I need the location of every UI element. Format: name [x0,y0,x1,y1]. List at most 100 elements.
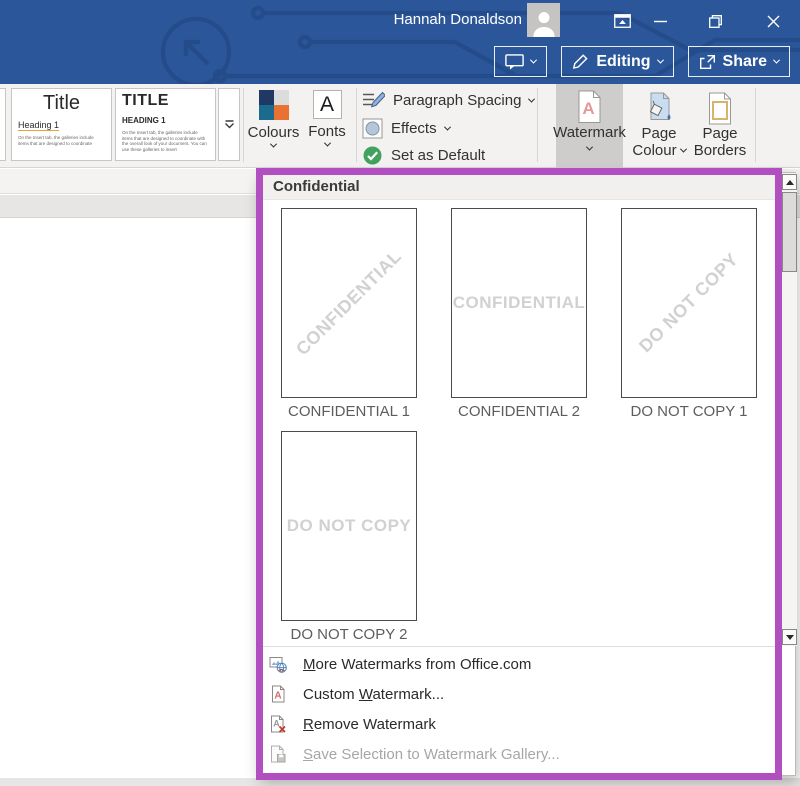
editing-label: Editing [596,53,650,71]
watermark-text: DO NOT COPY [287,516,412,536]
scroll-down-button[interactable] [782,629,797,645]
chevron-down-icon [586,144,593,151]
menu-item[interactable]: More Watermarks from Office.com [259,649,795,679]
pencil-icon [572,53,589,70]
gallery-scrollbar[interactable] [780,173,797,646]
comments-button[interactable] [494,46,547,77]
minimize-button[interactable] [645,8,675,34]
restore-button[interactable] [700,8,730,34]
style-thumbnail-partial[interactable]: On the Insert tab, the galleries include… [0,88,6,161]
watermark-label: Watermark [553,124,626,141]
menu-item[interactable]: A Custom Watermark... [259,679,795,709]
paragraph-spacing-label: Paragraph Spacing [393,92,521,109]
watermark-preview-page: DO NOT COPY [281,431,417,621]
ribbon-design-tab: On the Insert tab, the galleries include… [0,84,800,168]
person-icon [529,7,559,37]
close-button[interactable] [758,8,788,34]
menu-item-label: Remove Watermark [303,716,436,733]
office-gallery-icon [269,655,287,673]
minimize-icon [654,20,667,23]
titlebar-actions: Editing Share [494,46,790,77]
ribbon-separator [356,88,357,162]
watermark-thumbnail[interactable]: CONFIDENTIALCONFIDENTIAL 1 [281,208,417,420]
bottom-strip [0,778,800,786]
menu-item: Save Selection to Watermark Gallery... [259,739,795,769]
paragraph-spacing-button[interactable]: Paragraph Spacing [362,91,534,110]
triangle-up-icon [786,180,794,185]
page-borders-icon [706,92,734,125]
save-watermark-gallery-icon [269,745,287,763]
close-icon [767,15,780,28]
chevron-down-icon [444,124,451,131]
user-name: Hannah Donaldson [394,11,522,28]
fonts-button[interactable]: A Fonts [303,86,351,147]
watermark-icon: A [575,90,604,124]
page-colour-icon [644,92,674,125]
style-gallery-more-button[interactable] [218,88,240,161]
titlebar: Hannah Donaldson [0,0,800,84]
chevron-down-icon [323,140,330,147]
watermark-preview-page: CONFIDENTIAL [451,208,587,398]
editing-button[interactable]: Editing [561,46,673,77]
word-window: Hannah Donaldson [0,0,800,786]
colours-label: Colours [248,124,300,141]
watermark-dropdown: CONFIDENTIALCONFIDENTIAL 1CONFIDENTIALCO… [258,172,796,776]
watermark-thumbnail[interactable]: CONFIDENTIAL CONFIDENTIAL 2 [451,208,587,420]
watermark-button[interactable]: A Watermark [556,84,623,168]
effects-label: Effects [391,120,437,137]
chevron-down-icon [528,96,535,103]
page-borders-button[interactable]: Page Borders [691,84,749,160]
chevron-down-icon [656,57,663,64]
svg-text:A: A [274,691,281,702]
avatar[interactable] [527,3,560,37]
ribbon-separator [243,88,244,162]
page-colour-label-2: Colour [632,142,676,159]
gallery-more-icon [224,120,235,130]
chevron-down-icon [530,57,537,64]
menu-separator [261,646,777,647]
watermark-thumbnail-label: DO NOT COPY 1 [621,403,757,420]
ribbon-separator [755,88,756,162]
menu-item-label: Save Selection to Watermark Gallery... [303,746,560,763]
watermark-text: CONFIDENTIAL [292,246,406,360]
set-as-default-button[interactable]: Set as Default [362,145,485,166]
effects-button[interactable]: Effects [362,118,450,139]
fonts-label: Fonts [308,123,346,140]
fonts-icon: A [313,90,342,119]
ribbon-display-options-icon [614,14,631,28]
watermark-preview-page: DO NOT COPY [621,208,757,398]
share-label: Share [723,53,767,71]
svg-text:A: A [582,99,594,118]
remove-watermark-icon: A [269,715,287,733]
colours-icon [259,90,289,120]
paragraph-spacing-icon [362,91,385,110]
checkmark-icon [362,145,383,166]
page-borders-label-1: Page [702,125,737,142]
style-thumbnail-title[interactable]: Title Heading 1 On the Insert tab, the g… [11,88,112,161]
watermark-preview-page: CONFIDENTIAL [281,208,417,398]
scroll-up-button[interactable] [782,174,797,190]
chevron-down-icon [773,57,780,64]
set-as-default-label: Set as Default [391,147,485,164]
page-colour-label-1: Page [641,125,676,142]
comment-icon [505,54,524,70]
custom-watermark-icon: A [269,685,287,703]
colours-button[interactable]: Colours [246,86,301,148]
restore-icon [709,15,722,28]
share-button[interactable]: Share [688,46,790,77]
scrollbar-thumb[interactable] [782,192,797,272]
ribbon-display-options-button[interactable] [607,8,637,34]
page-colour-button[interactable]: Page Colour [628,84,690,160]
watermark-thumbnail[interactable]: DO NOT COPY DO NOT COPY 1 [621,208,757,420]
menu-item-label: Custom Watermark... [303,686,444,703]
menu-item[interactable]: A Remove Watermark [259,709,795,739]
ribbon-separator [537,88,538,162]
watermark-thumbnail-label: DO NOT COPY 2 [281,626,417,643]
share-icon [699,54,716,70]
watermark-thumbnail-label: CONFIDENTIAL 2 [451,403,587,420]
chevron-down-icon [270,141,277,148]
style-thumbnail-title-caps[interactable]: TITLE HEADING 1 On the Insert tab, the g… [115,88,216,161]
triangle-down-icon [786,635,794,640]
watermark-text: DO NOT COPY [635,249,743,357]
watermark-thumbnail[interactable]: DO NOT COPY DO NOT COPY 2 [281,431,417,643]
